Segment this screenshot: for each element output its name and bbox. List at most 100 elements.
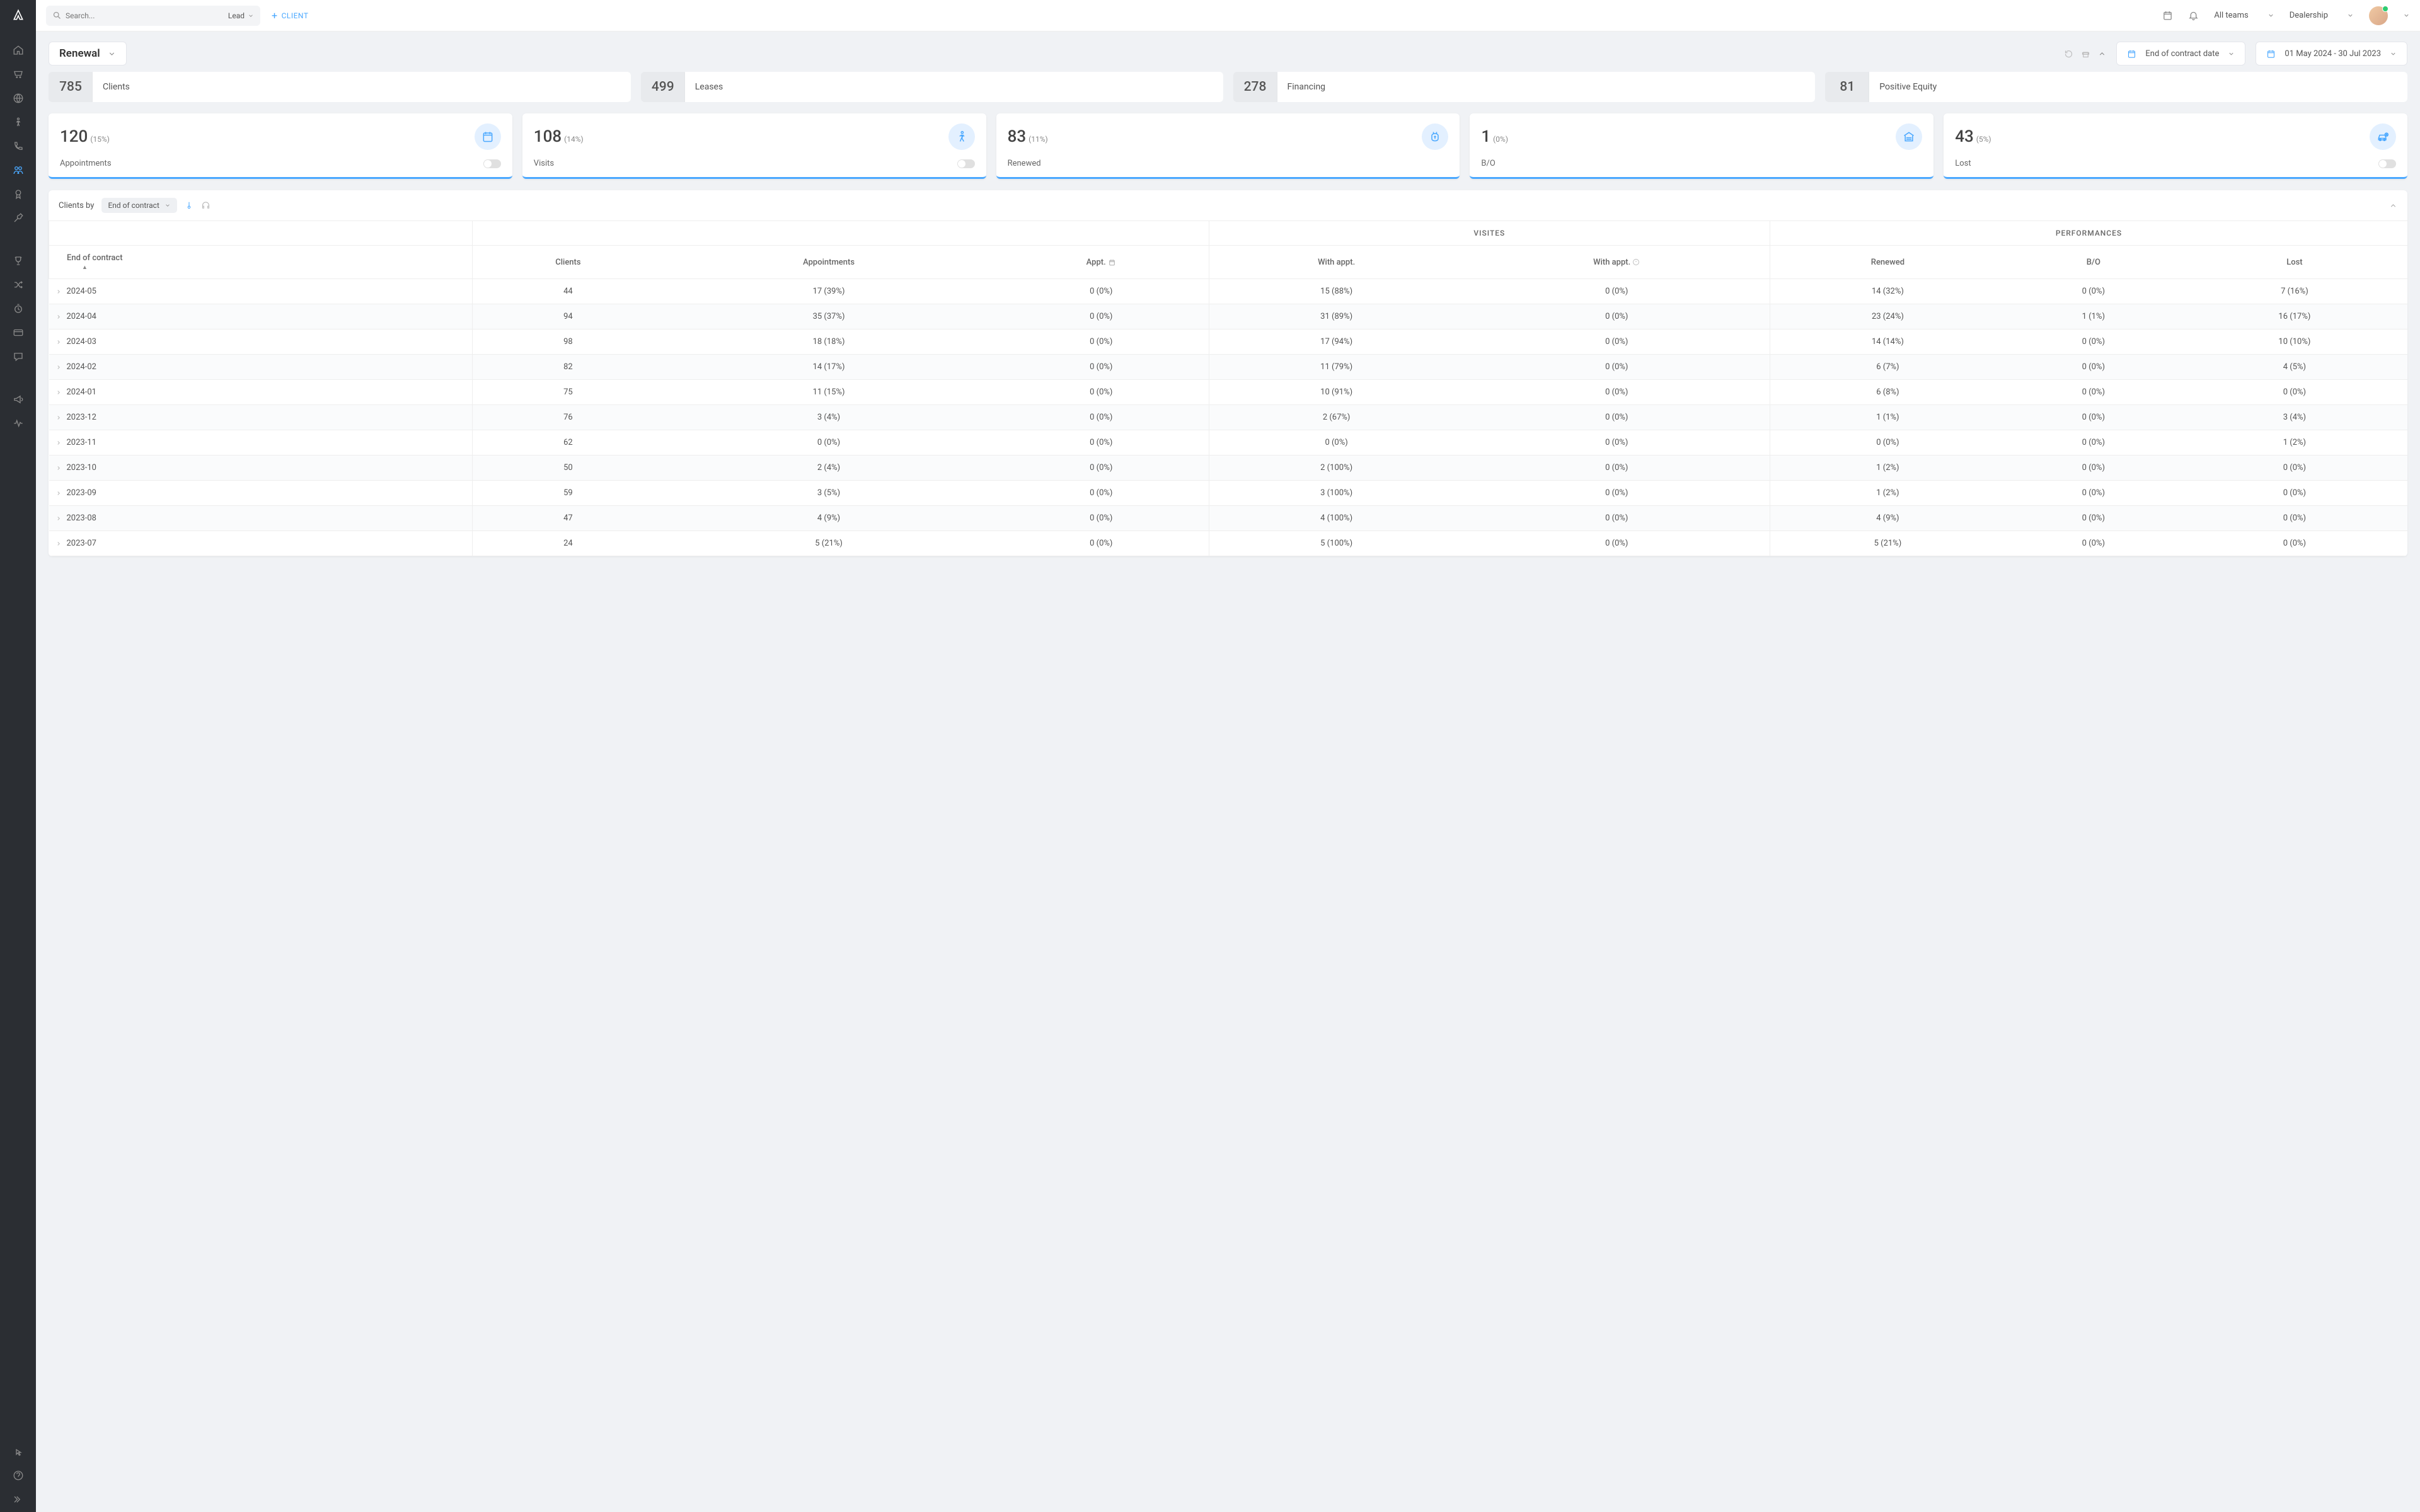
nav-cart-icon[interactable] xyxy=(7,63,30,86)
nav-wrench-icon[interactable] xyxy=(7,207,30,229)
table-cell: 0 (0%) xyxy=(1464,279,1770,304)
summary-label: Leases xyxy=(685,72,1223,102)
table-cell: 3 (5%) xyxy=(664,481,994,506)
summary-card[interactable]: 81 Positive Equity xyxy=(1825,72,2407,102)
column-header[interactable]: With appt. xyxy=(1464,246,1770,279)
bell-icon[interactable] xyxy=(2188,10,2199,21)
expand-row-icon[interactable] xyxy=(55,389,62,396)
headset-icon[interactable] xyxy=(201,201,210,210)
expand-row-icon[interactable] xyxy=(55,364,62,370)
thermometer-icon[interactable] xyxy=(185,201,193,210)
table-cell: 3 (100%) xyxy=(1209,481,1463,506)
table-cell: 31 (89%) xyxy=(1209,304,1463,329)
filter-date-type[interactable]: End of contract date xyxy=(2116,42,2245,66)
user-menu-chevron[interactable] xyxy=(2403,12,2410,19)
table-cell: 94 xyxy=(472,304,664,329)
user-avatar[interactable] xyxy=(2369,6,2388,25)
table-cell: 11 (79%) xyxy=(1209,355,1463,380)
metric-card[interactable]: 1(0%) B/O xyxy=(1470,113,1933,179)
row-month: 2024-01 xyxy=(49,380,473,405)
table-cell: 0 (0%) xyxy=(994,531,1209,556)
metric-card[interactable]: 120(15%) Appointments xyxy=(49,113,512,179)
page-title-dropdown[interactable]: Renewal xyxy=(49,42,127,66)
scope-selector[interactable]: Dealership xyxy=(2290,11,2354,20)
column-header[interactable]: B/O xyxy=(2005,246,2182,279)
column-header[interactable]: Appointments xyxy=(664,246,994,279)
calendar-icon[interactable] xyxy=(2162,10,2173,21)
expand-row-icon[interactable] xyxy=(55,490,62,496)
table-cell: 24 xyxy=(472,531,664,556)
expand-row-icon[interactable] xyxy=(55,339,62,345)
expand-row-icon[interactable] xyxy=(55,289,62,295)
filter-date-range[interactable]: 01 May 2024 - 30 Jul 2023 xyxy=(2256,42,2407,66)
summary-label: Positive Equity xyxy=(1869,72,2407,102)
print-icon[interactable] xyxy=(2081,49,2090,59)
column-header[interactable]: Appt. xyxy=(994,246,1209,279)
nav-renewal-icon[interactable] xyxy=(7,159,30,181)
metric-card[interactable]: 108(14%) Visits xyxy=(522,113,986,179)
clients-by-dropdown[interactable]: End of contract xyxy=(101,198,176,213)
nav-click-icon[interactable] xyxy=(7,1440,30,1463)
table-cell: 0 (0%) xyxy=(1770,430,2005,455)
nav-trophy-icon[interactable] xyxy=(7,249,30,272)
expand-row-icon[interactable] xyxy=(55,440,62,446)
table-cell: 0 (0%) xyxy=(2182,380,2407,405)
expand-row-icon[interactable] xyxy=(55,541,62,547)
summary-card[interactable]: 785 Clients xyxy=(49,72,631,102)
nav-chat-icon[interactable] xyxy=(7,345,30,368)
collapse-header-icon[interactable] xyxy=(2098,50,2106,58)
expand-row-icon[interactable] xyxy=(55,465,62,471)
column-header[interactable]: With appt. xyxy=(1209,246,1463,279)
expand-row-icon[interactable] xyxy=(55,415,62,421)
metric-card[interactable]: 43(5%) Lost xyxy=(1944,113,2407,179)
column-header[interactable]: End of contract▲ xyxy=(49,246,473,279)
nav-badge-icon[interactable] xyxy=(7,183,30,205)
metric-toggle[interactable] xyxy=(483,159,501,168)
metric-value: 1 xyxy=(1481,127,1490,146)
metric-pct: (0%) xyxy=(1493,135,1508,144)
table-cell: 5 (100%) xyxy=(1209,531,1463,556)
nav-help-icon[interactable] xyxy=(7,1464,30,1487)
expand-row-icon[interactable] xyxy=(55,314,62,320)
table-cell: 11 (15%) xyxy=(664,380,994,405)
nav-expand-icon[interactable] xyxy=(7,1488,30,1511)
add-client-button[interactable]: + CLIENT xyxy=(272,11,309,21)
summary-card[interactable]: 278 Financing xyxy=(1233,72,1816,102)
search-box[interactable]: Lead xyxy=(46,6,260,26)
table-cell: 0 (0%) xyxy=(664,430,994,455)
nav-stopwatch-icon[interactable] xyxy=(7,297,30,320)
nav-walkin-icon[interactable] xyxy=(7,111,30,134)
metric-label: Visits xyxy=(534,159,554,168)
refresh-icon[interactable] xyxy=(2064,49,2073,59)
collapse-table-icon[interactable] xyxy=(2389,202,2397,210)
table-cell: 0 (0%) xyxy=(1464,304,1770,329)
row-month: 2023-12 xyxy=(49,405,473,430)
column-header[interactable]: Clients xyxy=(472,246,664,279)
nav-activity-icon[interactable] xyxy=(7,412,30,435)
expand-row-icon[interactable] xyxy=(55,515,62,522)
nav-globe-icon[interactable] xyxy=(7,87,30,110)
column-header[interactable]: Renewed xyxy=(1770,246,2005,279)
garage-icon xyxy=(1896,123,1922,150)
app-logo xyxy=(12,9,25,21)
calendar-icon xyxy=(475,123,501,150)
nav-phone-icon[interactable] xyxy=(7,135,30,158)
nav-home-icon[interactable] xyxy=(7,39,30,62)
metric-toggle[interactable] xyxy=(2378,159,2396,168)
column-header[interactable]: Lost xyxy=(2182,246,2407,279)
metric-card[interactable]: 83(11%) Renewed xyxy=(996,113,1460,179)
nav-announce-icon[interactable] xyxy=(7,388,30,411)
summary-card[interactable]: 499 Leases xyxy=(641,72,1223,102)
table-row: 2024-028214 (17%)0 (0%)11 (79%)0 (0%)6 (… xyxy=(49,355,2408,380)
clients-by-label: Clients by xyxy=(59,201,94,210)
metric-toggle[interactable] xyxy=(957,159,975,168)
search-input[interactable] xyxy=(62,11,228,20)
team-selector[interactable]: All teams xyxy=(2214,11,2274,20)
table-cell: 3 (4%) xyxy=(2182,405,2407,430)
search-type-dropdown[interactable]: Lead xyxy=(228,11,254,20)
table-cell: 0 (0%) xyxy=(994,380,1209,405)
summary-value: 785 xyxy=(49,72,93,102)
nav-shuffle-icon[interactable] xyxy=(7,273,30,296)
nav-card-icon[interactable] xyxy=(7,321,30,344)
table-cell: 0 (0%) xyxy=(1464,405,1770,430)
